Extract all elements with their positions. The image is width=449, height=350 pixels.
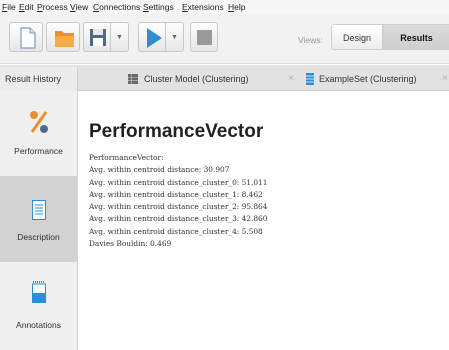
new-process-button[interactable] <box>9 22 43 52</box>
sidebar-item-annotations[interactable]: Annotations <box>0 263 77 349</box>
results-tab-bar: Result History Cluster Model (Clustering… <box>0 65 449 91</box>
performance-line: Avg. within centroid distance: 30.907 <box>89 165 230 175</box>
tab-example-set[interactable]: ExampleSet (Clustering) × <box>299 67 449 91</box>
run-play-icon <box>147 28 162 48</box>
data-table-icon <box>306 73 314 85</box>
chevron-down-icon: ▼ <box>171 34 178 41</box>
document-icon <box>32 200 46 220</box>
performance-line: Avg. within centroid distance_cluster_2:… <box>89 202 268 212</box>
menu-settings[interactable]: Settings <box>143 2 174 12</box>
views-label: Views: <box>298 35 323 45</box>
menu-view[interactable]: View <box>70 2 88 12</box>
view-results-button[interactable]: Results <box>383 24 449 50</box>
view-design-button[interactable]: Design <box>331 24 383 50</box>
performance-line: Avg. within centroid distance_cluster_1:… <box>89 189 263 199</box>
close-icon[interactable]: × <box>442 67 448 91</box>
save-icon <box>90 29 106 46</box>
notepad-icon <box>32 281 46 303</box>
toolbar: ▼ ▼ Views: Design Results <box>0 14 449 64</box>
open-process-button[interactable] <box>46 22 80 52</box>
sidebar-item-description[interactable]: Description <box>0 176 77 262</box>
chevron-down-icon: ▼ <box>116 34 123 41</box>
menu-file[interactable]: File <box>2 2 16 12</box>
page-title: PerformanceVector <box>89 121 264 142</box>
save-dropdown-button[interactable]: ▼ <box>111 22 129 52</box>
tab-cluster-model[interactable]: Cluster Model (Clustering) × <box>111 67 299 91</box>
run-dropdown-button[interactable]: ▼ <box>166 22 184 52</box>
menu-help[interactable]: Help <box>228 2 245 12</box>
performance-line: Avg. within centroid distance_cluster_3:… <box>89 214 268 224</box>
model-table-icon <box>128 74 138 84</box>
result-view-sidebar: Performance Description Annotations <box>0 91 78 350</box>
menu-bar: File Edit Process View Connections Setti… <box>0 0 449 14</box>
menu-extensions[interactable]: Extensions <box>182 2 224 12</box>
result-content-area: PerformanceVector PerformanceVector: Avg… <box>79 91 449 350</box>
new-file-icon <box>20 27 36 49</box>
performance-line: Avg. within centroid distance_cluster_0:… <box>89 177 268 187</box>
run-button[interactable] <box>138 22 166 52</box>
sidebar-item-performance[interactable]: Performance <box>0 91 77 173</box>
save-button[interactable] <box>83 22 111 52</box>
close-icon[interactable]: × <box>288 67 294 91</box>
open-folder-icon <box>55 31 74 47</box>
tab-result-history[interactable]: Result History <box>0 67 78 91</box>
menu-process[interactable]: Process <box>37 2 68 12</box>
performance-output: PerformanceVector: Avg. within centroid … <box>89 152 444 250</box>
performance-line: Davies Bouldin: 0.469 <box>89 239 172 249</box>
stop-button[interactable] <box>190 22 218 52</box>
menu-connections[interactable]: Connections <box>93 2 140 12</box>
performance-line: PerformanceVector: <box>89 153 164 162</box>
menu-edit[interactable]: Edit <box>19 2 34 12</box>
stop-icon <box>197 30 212 45</box>
performance-line: Avg. within centroid distance_cluster_4:… <box>89 226 263 236</box>
percent-icon <box>30 111 48 133</box>
